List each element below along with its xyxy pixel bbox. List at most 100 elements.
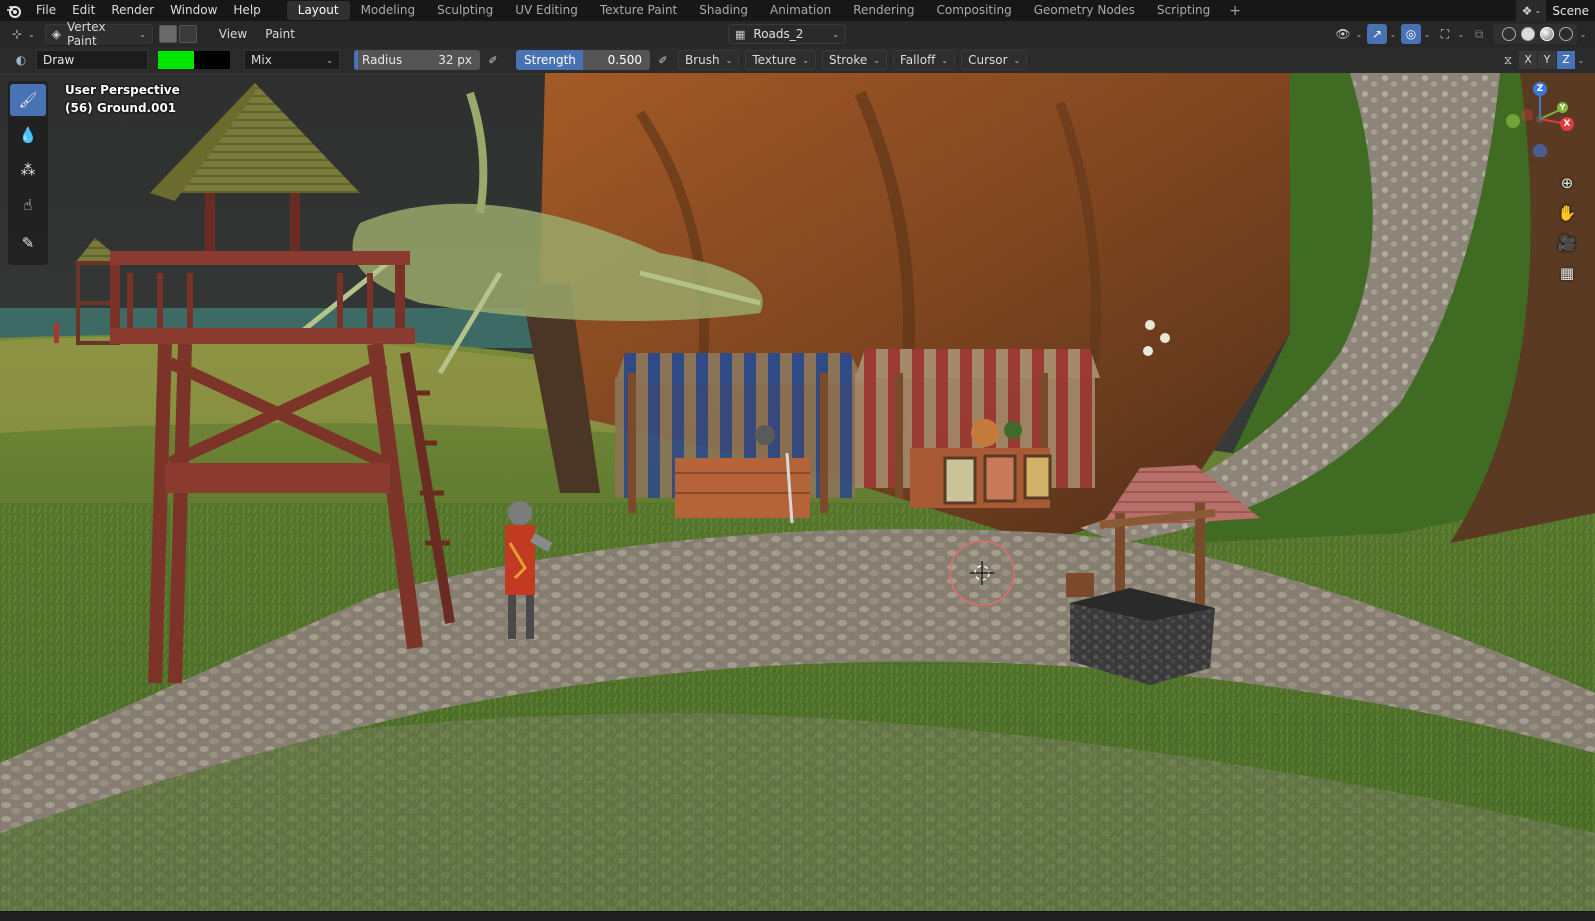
tab-geometry-nodes[interactable]: Geometry Nodes bbox=[1023, 1, 1146, 20]
blender-logo-icon[interactable] bbox=[0, 0, 28, 21]
mode-dropdown[interactable]: ◈ Vertex Paint ⌄ bbox=[44, 20, 153, 48]
menu-help[interactable]: Help bbox=[225, 0, 268, 21]
menu-edit[interactable]: Edit bbox=[64, 0, 103, 21]
tab-scripting[interactable]: Scripting bbox=[1146, 1, 1221, 20]
editor-type-button[interactable]: ⊹ ⌄ bbox=[6, 24, 41, 44]
active-object-info: (56) Ground.001 bbox=[65, 101, 177, 115]
mask-toggle-group bbox=[158, 25, 199, 43]
texture-popover[interactable]: Texture ⌄ bbox=[745, 50, 816, 70]
tab-sculpting[interactable]: Sculpting bbox=[426, 1, 504, 20]
gizmo-toggle-icon[interactable]: ↗ bbox=[1367, 24, 1387, 44]
symmetry-x-toggle[interactable]: X bbox=[1519, 51, 1537, 69]
camera-view-icon[interactable]: 🎥 bbox=[1553, 229, 1581, 257]
radius-slider-fill bbox=[354, 50, 358, 70]
chevron-down-icon[interactable]: ⌄ bbox=[1577, 30, 1589, 39]
menu-file[interactable]: File bbox=[28, 0, 64, 21]
tab-modeling[interactable]: Modeling bbox=[350, 1, 427, 20]
gizmo-y-axis[interactable]: Y bbox=[1557, 102, 1568, 113]
falloff-popover[interactable]: Falloff ⌄ bbox=[892, 50, 956, 70]
symmetry-y-toggle[interactable]: Y bbox=[1538, 51, 1556, 69]
smear-tool[interactable]: ☝ bbox=[10, 189, 46, 221]
rendered-shading-icon[interactable] bbox=[1559, 27, 1573, 41]
tab-rendering[interactable]: Rendering bbox=[842, 1, 925, 20]
face-mask-toggle[interactable] bbox=[158, 25, 177, 43]
workspace-tabs: Layout Modeling Sculpting UV Editing Tex… bbox=[286, 0, 1249, 21]
vertex-paint-icon: ◈ bbox=[51, 27, 61, 41]
average-tool[interactable]: ⁂ bbox=[10, 154, 46, 186]
tab-layout[interactable]: Layout bbox=[286, 1, 350, 20]
3d-viewport[interactable]: 🖌 💧 ⁂ ☝ ✎ User Perspective (56) Ground.0… bbox=[0, 73, 1595, 911]
brush-popover[interactable]: Brush ⌄ bbox=[678, 50, 740, 70]
tab-shading[interactable]: Shading bbox=[688, 1, 759, 20]
gizmo-z-axis[interactable]: Z bbox=[1533, 82, 1547, 96]
scene-selector: ❖ ⌄ Scene bbox=[1516, 0, 1595, 21]
annotate-tool[interactable]: ✎ bbox=[10, 227, 46, 259]
chevron-down-icon[interactable]: ⌄ bbox=[1421, 30, 1433, 39]
scene-name[interactable]: Scene bbox=[1546, 4, 1595, 18]
symmetry-z-toggle[interactable]: Z bbox=[1557, 51, 1575, 69]
stroke-popover[interactable]: Stroke ⌄ bbox=[821, 50, 887, 70]
tab-compositing[interactable]: Compositing bbox=[925, 1, 1022, 20]
strength-label: Strength bbox=[524, 53, 576, 67]
viewport-header: ⊹ ⌄ ◈ Vertex Paint ⌄ View Paint ▦ Roads_2… bbox=[0, 20, 1595, 48]
chevron-down-icon[interactable]: ⌄ bbox=[1353, 30, 1365, 39]
texture-popover-label: Texture bbox=[752, 53, 797, 67]
symmetry-mirror-icon[interactable]: ⧖ bbox=[1498, 50, 1518, 70]
brush-name-field[interactable]: Draw bbox=[36, 50, 148, 70]
viewport-header-right: 👁 ⌄ ↗ ⌄ ◎ ⌄ ⛶ ⌄ ⧉ ⌄ bbox=[1331, 24, 1589, 44]
viewport-navigation-tools: ⊕ ✋ 🎥 ▦ bbox=[1553, 169, 1581, 289]
secondary-color-swatch[interactable] bbox=[194, 51, 230, 69]
menu-view[interactable]: View bbox=[213, 24, 253, 44]
mode-label: Vertex Paint bbox=[67, 20, 106, 48]
strength-value: 0.500 bbox=[607, 53, 642, 67]
color-swatches bbox=[158, 51, 230, 69]
mesh-data-icon: ▦ bbox=[735, 27, 746, 41]
chevron-down-icon[interactable]: ⌄ bbox=[1575, 56, 1587, 65]
wireframe-shading-icon[interactable] bbox=[1502, 27, 1516, 41]
mesh-edit-overlay-icon[interactable]: ⛶ bbox=[1435, 24, 1455, 44]
radius-slider[interactable]: Radius 32 px bbox=[354, 50, 480, 70]
chevron-down-icon: ⌄ bbox=[326, 55, 333, 65]
active-object-dropdown[interactable]: ▦ Roads_2 ⌄ bbox=[728, 24, 846, 44]
chevron-down-icon: ⌄ bbox=[1013, 55, 1021, 65]
blend-mode-dropdown[interactable]: Mix ⌄ bbox=[244, 50, 340, 70]
navigation-gizmo[interactable]: Z X Y bbox=[1501, 79, 1579, 157]
scene-icon[interactable]: ❖ ⌄ bbox=[1516, 0, 1547, 21]
cursor-popover[interactable]: Cursor ⌄ bbox=[961, 50, 1028, 70]
visibility-eye-icon[interactable]: 👁 bbox=[1333, 24, 1353, 44]
primary-color-swatch[interactable] bbox=[158, 51, 194, 69]
menu-window[interactable]: Window bbox=[162, 0, 225, 21]
gizmo-x-axis[interactable]: X bbox=[1560, 117, 1574, 131]
strength-slider[interactable]: Strength 0.500 bbox=[516, 50, 650, 70]
solid-shading-icon[interactable] bbox=[1521, 27, 1535, 41]
tab-animation[interactable]: Animation bbox=[759, 1, 842, 20]
add-workspace-button[interactable]: + bbox=[1221, 3, 1249, 19]
tab-uv-editing[interactable]: UV Editing bbox=[504, 1, 589, 20]
market-stall-red bbox=[855, 349, 1100, 508]
menu-render[interactable]: Render bbox=[103, 0, 162, 21]
vertex-mask-toggle[interactable] bbox=[178, 25, 197, 43]
zoom-icon[interactable]: ⊕ bbox=[1553, 169, 1581, 197]
pressure-pen-icon[interactable]: ✐ bbox=[654, 51, 672, 69]
chevron-down-icon: ⌄ bbox=[28, 29, 35, 39]
brush-preview-icon[interactable]: ◐ bbox=[10, 51, 32, 69]
tab-texture-paint[interactable]: Texture Paint bbox=[589, 1, 688, 20]
editor-type-icon: ⊹ bbox=[12, 27, 23, 41]
chevron-down-icon[interactable]: ⌄ bbox=[1387, 30, 1399, 39]
draw-brush-tool[interactable]: 🖌 bbox=[10, 84, 46, 116]
symmetry-controls: ⧖ X Y Z ⌄ bbox=[1496, 50, 1587, 70]
overlays-toggle-icon[interactable]: ◎ bbox=[1401, 24, 1421, 44]
blend-mode-value: Mix bbox=[251, 53, 272, 67]
chevron-down-icon: ⌄ bbox=[725, 55, 733, 65]
chevron-down-icon: ⌄ bbox=[802, 55, 809, 65]
blur-tool[interactable]: 💧 bbox=[10, 119, 46, 151]
perspective-grid-icon[interactable]: ▦ bbox=[1553, 259, 1581, 287]
pressure-pen-icon[interactable]: ✐ bbox=[484, 51, 502, 69]
xray-toggle-icon[interactable]: ⧉ bbox=[1469, 24, 1489, 44]
chevron-down-icon: ⌄ bbox=[941, 55, 949, 65]
pan-hand-icon[interactable]: ✋ bbox=[1553, 199, 1581, 227]
radius-label: Radius bbox=[362, 53, 403, 67]
chevron-down-icon[interactable]: ⌄ bbox=[1455, 30, 1467, 39]
menu-paint[interactable]: Paint bbox=[259, 24, 301, 44]
material-preview-shading-icon[interactable] bbox=[1540, 27, 1554, 41]
